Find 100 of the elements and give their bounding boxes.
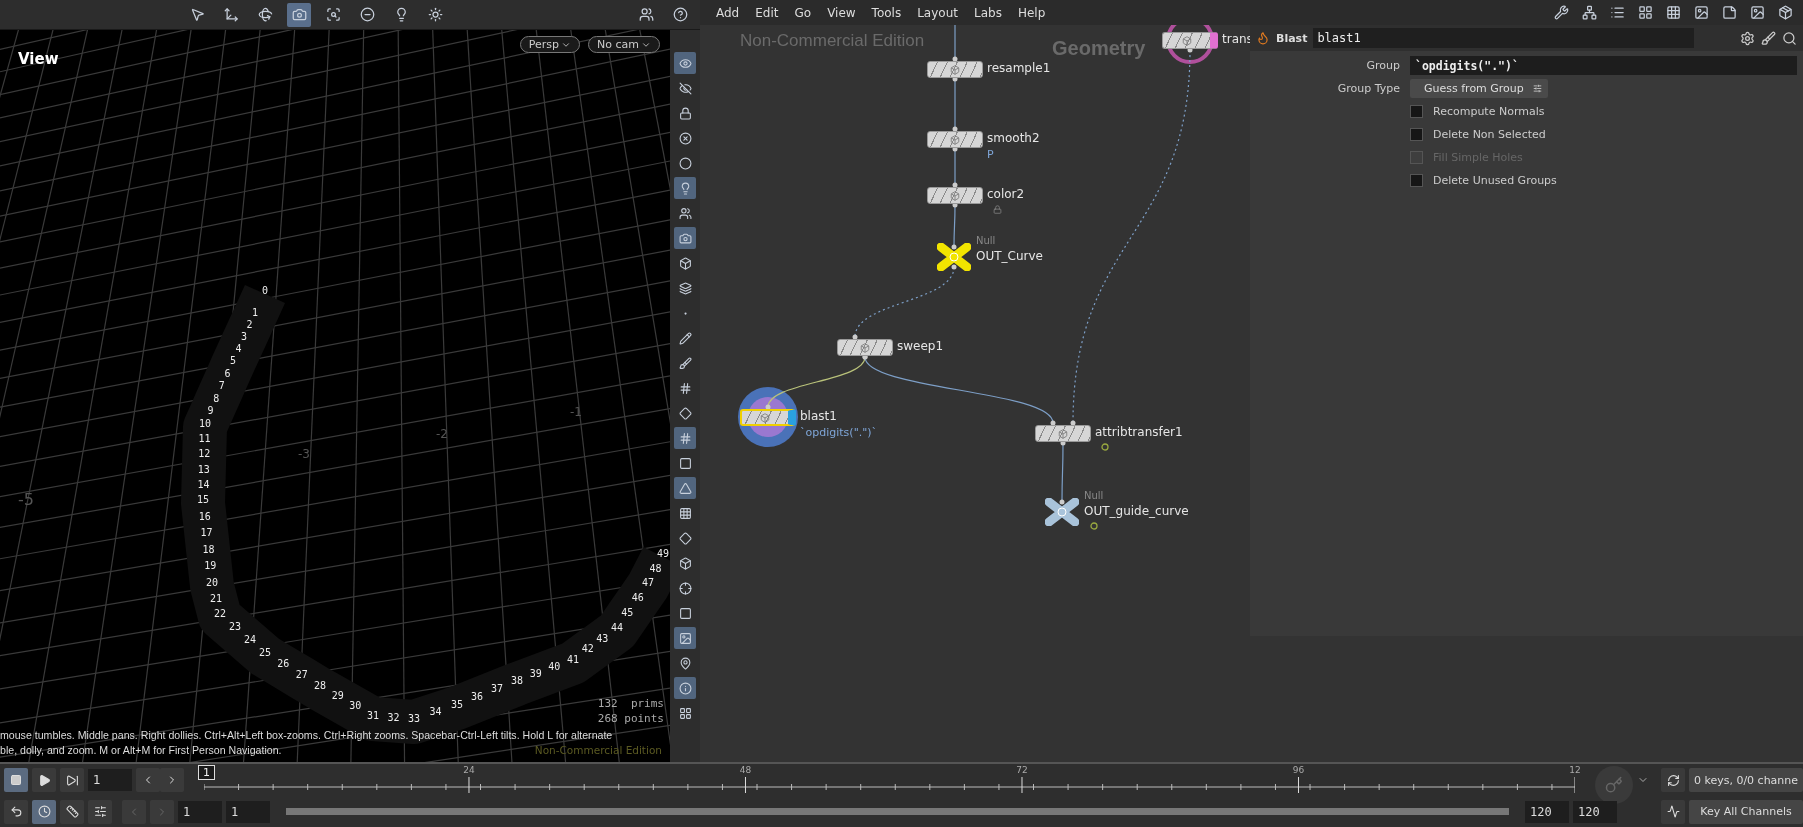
node-label: resample1 <box>987 61 1051 75</box>
play-button[interactable] <box>32 768 56 792</box>
point-number: 24 <box>244 634 256 645</box>
settings-icon[interactable] <box>1740 30 1755 46</box>
menu-item[interactable]: Layout <box>917 5 958 20</box>
timeline-ruler[interactable]: 1 24 48 72 96 12 <box>192 765 1587 795</box>
loop-button[interactable] <box>4 799 28 824</box>
start-frame-field[interactable]: 1 <box>226 800 270 823</box>
refresh-button[interactable] <box>1661 768 1685 792</box>
node[interactable] <box>927 61 983 78</box>
realtime-button[interactable] <box>32 799 56 824</box>
menu-item[interactable]: Edit <box>755 5 779 20</box>
refresh-icon <box>1666 773 1680 787</box>
watermark-text: Non-Commercial Edition <box>534 744 662 756</box>
node-type-icon <box>1181 35 1192 46</box>
wire <box>952 146 958 188</box>
camera-icon[interactable] <box>287 2 311 27</box>
curve-button[interactable] <box>1661 799 1685 824</box>
search-icon[interactable] <box>1782 30 1797 46</box>
checkbox[interactable]: Delete Non Selected <box>1410 128 1797 141</box>
point-number: 18 <box>202 543 215 555</box>
start-frame-field[interactable]: 1 <box>178 800 222 823</box>
light-icon[interactable] <box>674 177 696 199</box>
field-label: Group <box>1365 59 1400 72</box>
menu-item[interactable]: View <box>827 5 856 20</box>
ruler-button[interactable] <box>60 799 84 824</box>
node[interactable] <box>740 409 796 426</box>
start-button[interactable] <box>122 799 146 824</box>
frame-tick-label: 48 <box>739 765 752 775</box>
key-all-channels-button[interactable]: Key All Channels <box>1689 799 1803 824</box>
frame-tick-label: 24 <box>463 765 475 775</box>
stop-icon <box>10 774 22 786</box>
camera-menu[interactable]: No cam <box>588 36 660 53</box>
node-name-field[interactable]: blast1 <box>1313 28 1694 48</box>
brush-icon[interactable] <box>1761 30 1776 46</box>
key-dial[interactable] <box>1595 766 1633 804</box>
point-number: 8 <box>213 392 220 404</box>
point-number: 45 <box>621 607 634 618</box>
loop-icon <box>9 805 23 818</box>
menu-item[interactable]: Go <box>794 5 812 20</box>
number-icon[interactable] <box>674 427 696 449</box>
menu-item[interactable]: Tools <box>871 5 902 20</box>
point-number: 12 <box>198 448 211 460</box>
point-number: 25 <box>259 647 271 658</box>
node[interactable] <box>1035 425 1091 442</box>
axis-label: -2 <box>436 427 448 441</box>
menu-item[interactable]: Labs <box>973 5 1002 20</box>
hint-text: ble, dolly, and zoom. M or Alt+M for First Person Navigation. <box>0 743 282 758</box>
node[interactable] <box>1162 32 1218 49</box>
current-frame-marker[interactable]: 1 <box>198 765 215 780</box>
curve-icon <box>1666 805 1680 818</box>
end-frame-field[interactable]: 120 <box>1573 800 1617 823</box>
node-type-icon <box>950 190 960 201</box>
clock-icon <box>37 805 51 818</box>
point-number: 3 <box>241 331 247 342</box>
hint-text: mouse tumbles. Middle pans. Right dollies. Ctrl+Alt+Left box-zooms. Ctrl+Right zooms. Spacebar-Ctrl-Left tilts. Hold L for alternate <box>0 728 613 743</box>
slider-button[interactable] <box>88 799 112 824</box>
point-number: 21 <box>210 592 222 604</box>
status-circle-icon <box>1101 443 1109 451</box>
point-number: 6 <box>224 367 231 379</box>
group-type-dropdown[interactable]: Guess from Group <box>1410 79 1548 98</box>
node-label: color2 <box>987 187 1025 201</box>
info-icon[interactable] <box>674 677 696 699</box>
menu-item[interactable]: Add <box>716 5 740 20</box>
wire <box>952 76 958 132</box>
end-frame-field[interactable]: 120 <box>1525 800 1569 823</box>
node-type-label: Blast <box>1276 31 1308 45</box>
frame-field[interactable]: 1 <box>88 769 132 791</box>
checkbox[interactable]: Recompute Normals <box>1410 105 1797 118</box>
group-field[interactable]: `opdigits(".")` <box>1410 56 1797 75</box>
point-number: 14 <box>197 478 210 490</box>
null-node[interactable] <box>1045 498 1079 526</box>
node-label: attribtransfer1 <box>1095 425 1183 439</box>
point-number: 27 <box>295 669 308 680</box>
field-label: Group Type <box>1336 82 1400 95</box>
node[interactable] <box>927 187 983 204</box>
image-icon[interactable] <box>674 627 696 649</box>
menu-item[interactable]: Help <box>1017 5 1046 20</box>
null-node[interactable] <box>937 243 971 271</box>
point-number: 47 <box>642 577 654 588</box>
node-type-label: Null <box>1084 490 1104 501</box>
eye-icon[interactable] <box>674 52 696 74</box>
skip-end-button[interactable] <box>60 768 84 792</box>
node[interactable] <box>837 339 893 356</box>
frame-tick-label: 96 <box>1292 765 1305 775</box>
camera-menu[interactable]: Persp <box>519 36 581 53</box>
node-comment: `opdigits(".")` <box>800 426 878 439</box>
point-number: 40 <box>548 661 561 672</box>
stop-button[interactable] <box>4 768 28 792</box>
point-number: 0 <box>262 285 268 296</box>
node-label: sweep1 <box>897 339 944 353</box>
node-label: blast1 <box>800 409 837 423</box>
checkbox[interactable]: Delete Unused Groups <box>1410 174 1797 187</box>
node[interactable] <box>927 131 983 148</box>
point-number: 20 <box>206 577 218 588</box>
point-number: 13 <box>197 463 210 475</box>
wire <box>952 25 958 62</box>
point-number: 28 <box>314 680 326 691</box>
status-circle-icon <box>1090 522 1098 530</box>
point-number: 31 <box>367 710 379 721</box>
